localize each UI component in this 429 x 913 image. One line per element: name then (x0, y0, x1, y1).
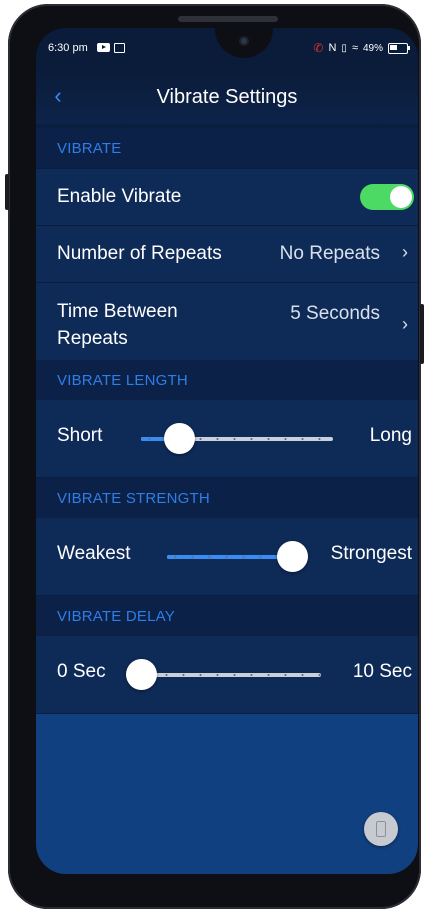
section-title: VIBRATE LENGTH (57, 372, 188, 389)
vibrate-strength-thumb[interactable] (276, 541, 308, 572)
vibrate-delay-slider[interactable] (141, 673, 321, 677)
strength-max-label: Strongest (330, 543, 412, 564)
section-header-vibrate-delay: VIBRATE DELAY (36, 596, 418, 636)
youtube-icon (97, 43, 110, 52)
nfc-icon: N (328, 42, 337, 54)
section-title: VIBRATE (57, 140, 122, 157)
enable-vibrate-toggle[interactable] (360, 184, 414, 210)
vibrate-strength-row: Weakest Strongest (36, 518, 418, 595)
front-camera-icon (235, 32, 253, 50)
section-title: VIBRATE DELAY (57, 608, 175, 625)
vibrate-delay-thumb[interactable] (125, 659, 157, 690)
delay-min-label: 0 Sec (57, 661, 106, 682)
section-header-vibrate: VIBRATE (36, 128, 418, 168)
section-header-vibrate-strength: VIBRATE STRENGTH (36, 478, 418, 518)
time-between-label-line2: Repeats (57, 328, 128, 349)
volume-button (5, 174, 9, 210)
screen: 6:30 pm ✆ N ▯ ≈ 49% ‹ Vibrate Settings V… (36, 28, 418, 874)
vibrate-length-row: Short Long (36, 400, 418, 477)
power-button (420, 304, 424, 364)
time-between-label-line1: Time Between (57, 301, 178, 322)
floating-phone-button[interactable] (364, 812, 398, 846)
wifi-icon: ≈ (351, 42, 358, 54)
battery-icon (388, 42, 410, 54)
time-between-repeats-row[interactable]: Time Between Repeats 5 Seconds › (36, 282, 418, 360)
strength-min-label: Weakest (57, 543, 131, 564)
call-icon: ✆ (313, 41, 324, 55)
chevron-right-icon: › (402, 314, 408, 334)
number-of-repeats-row[interactable]: Number of Repeats No Repeats › (36, 225, 418, 282)
empty-content-area (36, 714, 418, 874)
number-of-repeats-value: No Repeats (279, 243, 380, 264)
vibrate-length-thumb[interactable] (163, 423, 195, 454)
phone-frame: 6:30 pm ✆ N ▯ ≈ 49% ‹ Vibrate Settings V… (5, 4, 424, 909)
vibrate-delay-row: 0 Sec 10 Sec (36, 636, 418, 713)
time-between-value: 5 Seconds (290, 303, 380, 324)
section-header-vibrate-length: VIBRATE LENGTH (36, 360, 418, 400)
status-time: 6:30 pm (48, 42, 88, 54)
length-min-label: Short (57, 425, 103, 446)
app-bar: ‹ Vibrate Settings (36, 70, 418, 124)
number-of-repeats-label: Number of Repeats (57, 243, 222, 264)
toggle-knob (390, 186, 412, 208)
image-icon (114, 43, 125, 53)
page-title: Vibrate Settings (156, 86, 298, 108)
phone-device-icon (376, 821, 386, 837)
vibrate-icon: ▯ (341, 42, 347, 54)
status-right-icons: ✆ N ▯ ≈ 49% (313, 41, 410, 55)
vibrate-strength-slider[interactable] (167, 555, 292, 559)
chevron-right-icon: › (402, 242, 408, 262)
enable-vibrate-row[interactable]: Enable Vibrate (36, 168, 418, 225)
slider-ticks (167, 556, 292, 558)
section-title: VIBRATE STRENGTH (57, 490, 210, 507)
enable-vibrate-label: Enable Vibrate (57, 186, 182, 207)
slider-ticks (141, 674, 321, 676)
delay-max-label: 10 Sec (352, 661, 412, 682)
length-max-label: Long (369, 425, 412, 446)
battery-percent: 49% (362, 42, 383, 54)
earpiece-speaker (178, 16, 278, 22)
